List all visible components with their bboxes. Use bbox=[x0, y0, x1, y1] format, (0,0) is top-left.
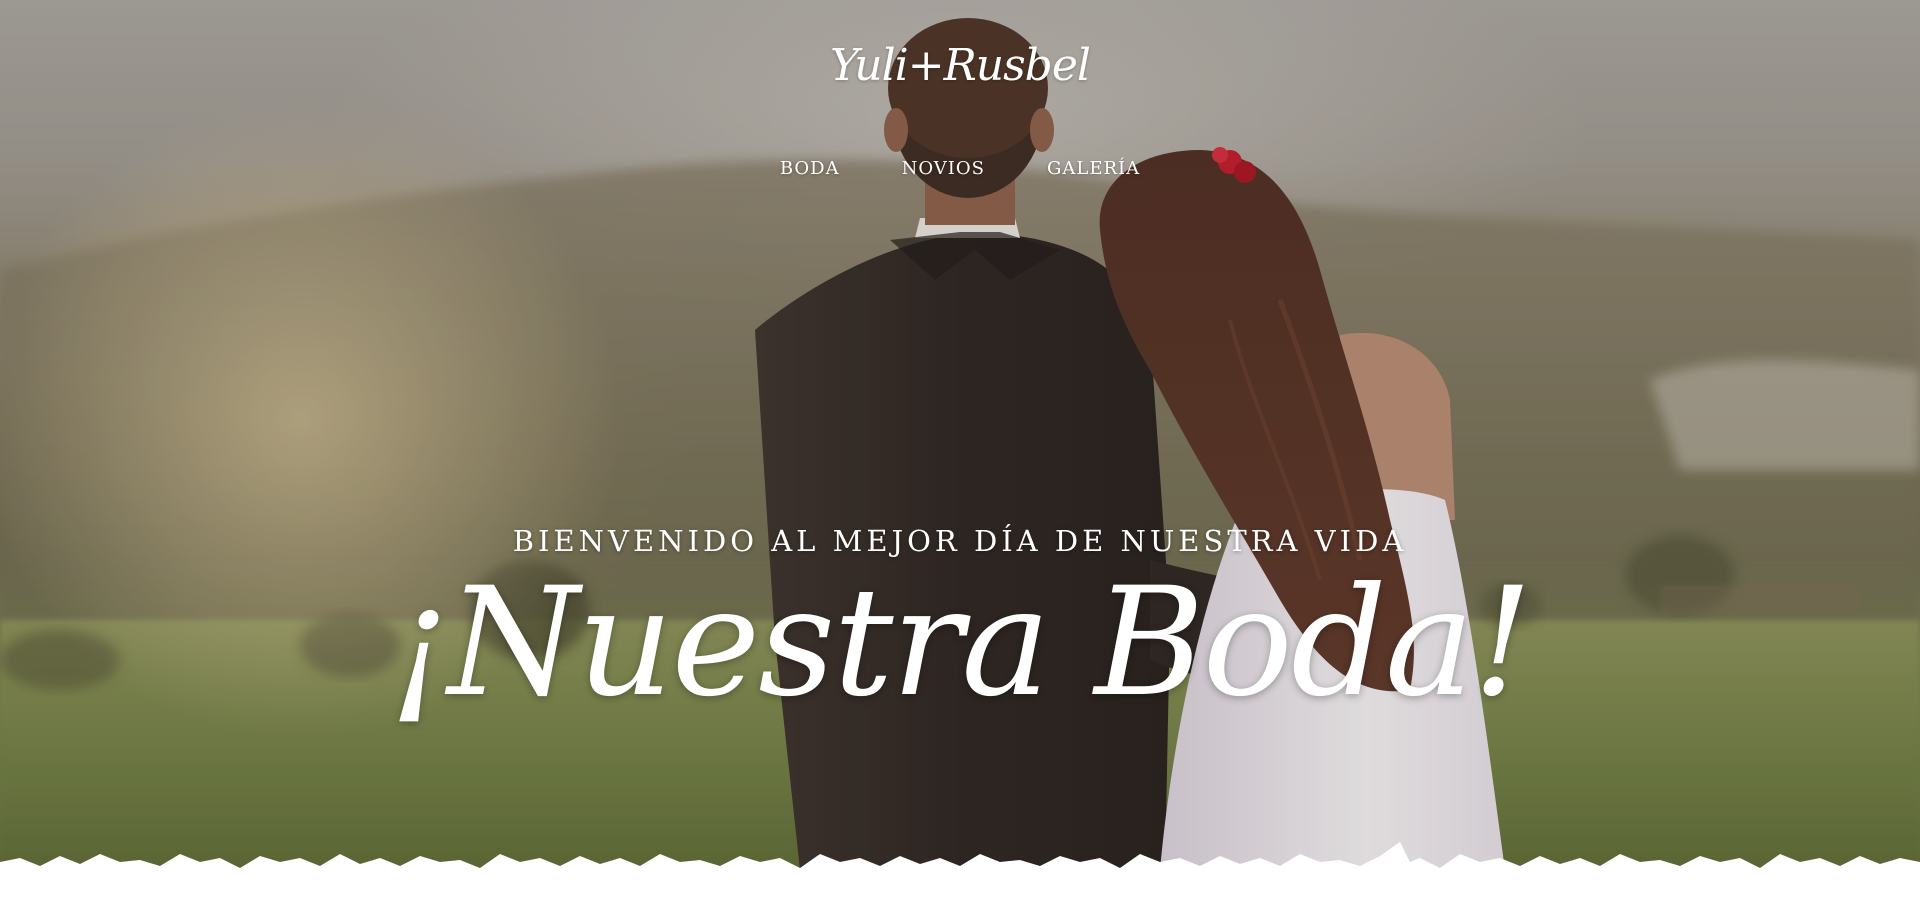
nav-item-novios[interactable]: NOVIOS bbox=[902, 158, 985, 179]
site-logo[interactable]: Yuli+Rusbel bbox=[0, 40, 1920, 91]
nav-item-galeria[interactable]: GALERÍA bbox=[1047, 158, 1140, 179]
couple-illustration bbox=[0, 0, 1920, 902]
hero-section: Yuli+Rusbel BODA NOVIOS GALERÍA BIENVENI… bbox=[0, 0, 1920, 902]
hero-headline: ¡Nuestra Boda! bbox=[389, 556, 1532, 730]
nav-item-boda[interactable]: BODA bbox=[780, 158, 840, 179]
main-nav: BODA NOVIOS GALERÍA bbox=[0, 158, 1920, 179]
torn-paper-edge bbox=[0, 842, 1920, 902]
